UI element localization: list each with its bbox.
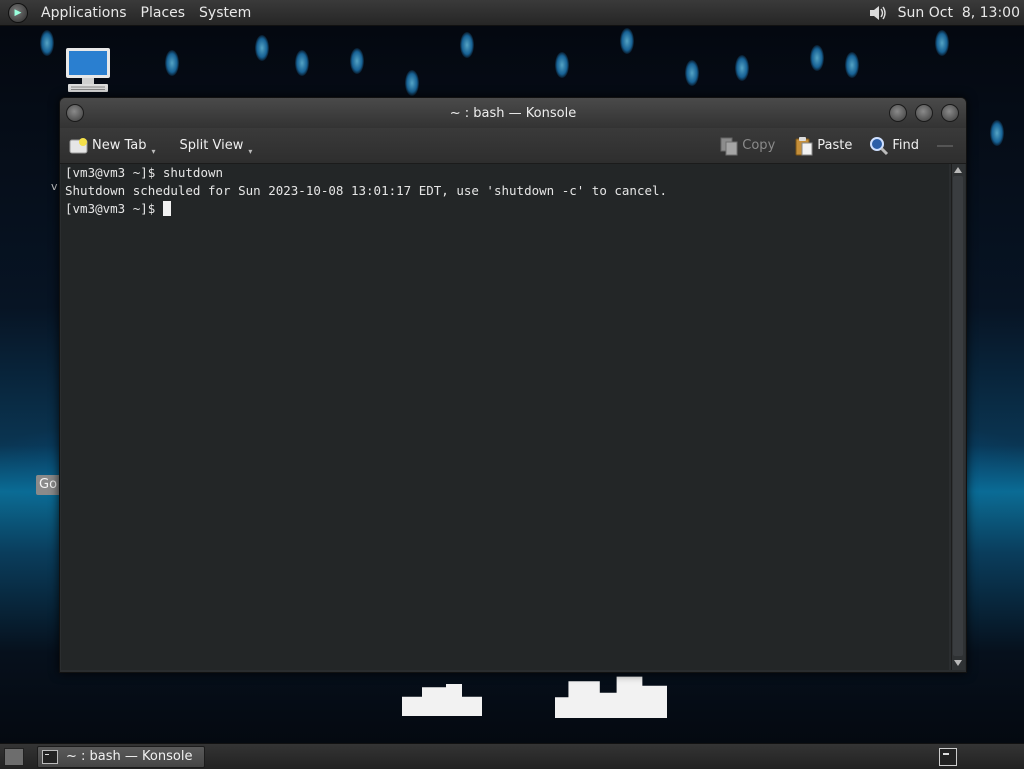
wallpaper-blob [40,30,54,56]
scroll-down-arrow-icon[interactable] [954,660,962,666]
copy-button[interactable]: Copy [719,132,775,160]
maximize-button[interactable] [915,104,933,122]
distribution-logo-icon[interactable]: ▶ [8,2,28,23]
konsole-toolbar: New Tab ▾ Split View ▾ Copy Paste Find [60,128,966,164]
new-tab-dropdown-arrow[interactable]: ▾ [152,147,156,156]
terminal-line: [vm3@vm3 ~]$ shutdown [65,165,224,180]
clock[interactable]: Sun Oct 8, 13:00 [898,5,1020,21]
wallpaper-blob [620,28,634,54]
speaker-volume-icon[interactable] [868,4,888,22]
split-view-label: Split View [179,138,244,153]
scrollbar-thumb[interactable] [953,176,963,656]
magnifier-icon [870,136,889,155]
copy-icon [720,137,738,155]
wallpaper-blob [255,35,269,61]
wallpaper-cloud [402,684,482,716]
toolbar-menu-button[interactable] [937,144,953,147]
find-button[interactable]: Find [869,132,919,160]
find-label: Find [892,138,919,153]
split-view-dropdown-arrow[interactable]: ▾ [248,147,252,156]
desktop-icon-label: v [51,180,58,193]
menu-applications[interactable]: Applications [34,5,134,21]
show-desktop-icon[interactable] [4,747,24,766]
bottom-panel: ~ : bash — Konsole [0,743,1024,769]
tray-terminal-icon[interactable] [939,747,957,766]
terminal-prompt-line[interactable]: [vm3@vm3 ~]$ [65,200,949,218]
wallpaper-blob [405,70,419,96]
wallpaper-blob [165,50,179,76]
window-titlebar[interactable]: ~ : bash — Konsole [60,98,966,128]
menu-system[interactable]: System [192,5,258,21]
terminal-icon [42,749,58,764]
new-tab-label: New Tab [92,138,147,153]
top-panel: ▶ Applications Places System Sun Oct 8, … [0,0,1024,26]
terminal-prompt: [vm3@vm3 ~]$ [65,201,163,216]
wallpaper-blob [295,50,309,76]
text-cursor [162,201,171,216]
scroll-up-arrow-icon[interactable] [954,167,962,173]
wallpaper-cloud [555,676,667,718]
menu-places[interactable]: Places [134,5,193,21]
wallpaper-blob [555,52,569,78]
window-menu-button[interactable] [66,104,84,122]
konsole-window: ~ : bash — Konsole New Tab ▾ Split View … [59,97,967,673]
terminal-output[interactable]: [vm3@vm3 ~]$ shutdown Shutdown scheduled… [61,164,949,670]
wallpaper-blob [685,60,699,86]
taskbar-item-label: ~ : bash — Konsole [66,749,193,764]
terminal-scrollbar[interactable] [951,164,965,670]
paste-button[interactable]: Paste [794,132,852,160]
clipboard-paste-icon [795,136,813,155]
copy-label: Copy [742,138,776,153]
wallpaper-blob [845,52,859,78]
new-tab-icon [69,137,88,153]
new-tab-button[interactable]: New Tab ▾ [69,132,156,160]
computer-icon[interactable] [62,46,114,94]
terminal-line: Shutdown scheduled for Sun 2023-10-08 13… [65,183,668,198]
taskbar-item-konsole[interactable]: ~ : bash — Konsole [37,745,205,768]
wallpaper-blob [990,120,1004,146]
wallpaper-blob [350,48,364,74]
wallpaper-blob [935,30,949,56]
wallpaper-blob [735,55,749,81]
window-title: ~ : bash — Konsole [449,105,577,121]
minimize-button[interactable] [889,104,907,122]
wallpaper-blob [810,45,824,71]
wallpaper-blob [460,32,474,58]
paste-label: Paste [817,138,853,153]
close-button[interactable] [941,104,959,122]
split-view-button[interactable]: Split View ▾ [177,132,253,160]
panel-tray: Sun Oct 8, 13:00 [868,4,1024,22]
